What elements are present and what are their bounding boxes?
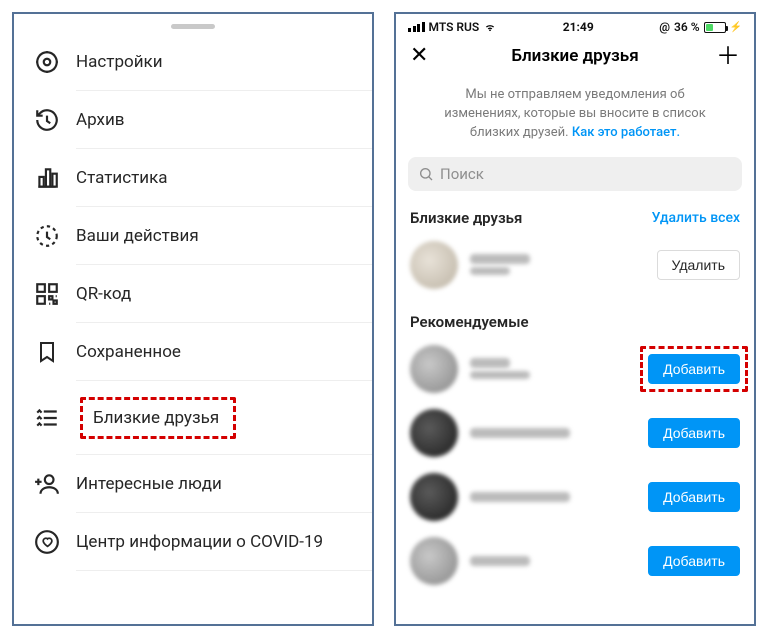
recommended-row: Добавить xyxy=(396,337,754,401)
avatar[interactable] xyxy=(410,409,458,457)
carrier-label: MTS RUS xyxy=(429,20,480,34)
search-icon xyxy=(418,166,434,182)
menu-item-qr[interactable]: QR-код xyxy=(14,265,372,323)
menu-item-saved[interactable]: Сохраненное xyxy=(14,323,372,381)
close-friends-icon xyxy=(32,403,62,433)
menu-item-insights[interactable]: Статистика xyxy=(14,149,372,207)
status-time: 21:49 xyxy=(563,20,594,34)
avatar[interactable] xyxy=(410,241,458,289)
add-button[interactable]: Добавить xyxy=(648,354,740,384)
how-it-works-link[interactable]: Как это работает. xyxy=(572,125,680,140)
menu-item-settings[interactable]: Настройки xyxy=(14,33,372,91)
menu-label: Ваши действия xyxy=(76,226,354,246)
add-button[interactable]: Добавить xyxy=(648,482,740,512)
add-button[interactable]: ＋ xyxy=(714,44,740,68)
activity-indicator-icon: @ xyxy=(659,20,670,34)
battery-percent: 36 % xyxy=(674,20,700,34)
search-placeholder: Поиск xyxy=(440,165,484,183)
menu-label: QR-код xyxy=(76,284,354,304)
remove-button[interactable]: Удалить xyxy=(657,250,740,280)
avatar[interactable] xyxy=(410,537,458,585)
drag-handle[interactable] xyxy=(171,24,215,29)
friend-row: Удалить xyxy=(396,233,754,297)
menu-label: Настройки xyxy=(76,52,354,72)
wifi-icon xyxy=(483,22,497,33)
menu-item-close-friends[interactable]: Близкие друзья xyxy=(14,381,372,455)
history-icon xyxy=(32,105,62,135)
screen-header: ✕ Близкие друзья ＋ xyxy=(396,36,754,74)
menu-label: Близкие друзья xyxy=(93,408,219,428)
recommended-row: Добавить xyxy=(396,465,754,529)
info-text: Мы не отправляем уведомления об изменени… xyxy=(396,74,754,153)
recommended-name xyxy=(470,428,648,438)
add-button[interactable]: Добавить xyxy=(648,418,740,448)
bookmark-icon xyxy=(32,337,62,367)
menu-label: Центр информации о COVID-19 xyxy=(76,532,354,552)
search-input[interactable]: Поиск xyxy=(408,157,742,191)
menu-item-archive[interactable]: Архив xyxy=(14,91,372,149)
plus-icon: ＋ xyxy=(716,42,740,70)
close-button[interactable]: ✕ xyxy=(410,45,436,67)
close-icon: ✕ xyxy=(410,43,428,68)
signal-icon xyxy=(408,22,425,32)
avatar[interactable] xyxy=(410,473,458,521)
add-button[interactable]: Добавить xyxy=(648,546,740,576)
menu-label: Сохраненное xyxy=(76,342,354,362)
recommended-header: Рекомендуемые xyxy=(396,297,754,337)
recommended-row: Добавить xyxy=(396,401,754,465)
menu-label: Архив xyxy=(76,110,354,130)
recommended-name xyxy=(470,358,648,379)
menu-item-covid[interactable]: Центр информации о COVID-19 xyxy=(14,513,372,571)
close-friends-screen: MTS RUS 21:49 @ 36 % ⚡ ✕ Близкие друзья … xyxy=(394,12,756,626)
discover-people-icon xyxy=(32,469,62,499)
gear-icon xyxy=(32,47,62,77)
status-bar: MTS RUS 21:49 @ 36 % ⚡ xyxy=(396,14,754,36)
qr-icon xyxy=(32,279,62,309)
settings-sheet: Настройки Архив Статистика Ваши действия… xyxy=(12,12,374,626)
clear-all-link[interactable]: Удалить всех xyxy=(652,210,740,226)
menu-item-activity[interactable]: Ваши действия xyxy=(14,207,372,265)
charging-icon: ⚡ xyxy=(730,22,742,33)
recommended-name xyxy=(470,556,648,566)
info-heart-icon xyxy=(32,527,62,557)
menu-label: Интересные люди xyxy=(76,474,354,494)
menu-item-discover[interactable]: Интересные люди xyxy=(14,455,372,513)
header-title: Близкие друзья xyxy=(436,46,714,66)
friends-section-header: Близкие друзья Удалить всех xyxy=(396,195,754,233)
battery-icon xyxy=(704,22,726,33)
recommended-row: Добавить xyxy=(396,529,754,593)
menu-label: Статистика xyxy=(76,168,354,188)
friend-name xyxy=(470,254,657,275)
activity-icon xyxy=(32,221,62,251)
recommended-name xyxy=(470,492,648,502)
avatar[interactable] xyxy=(410,345,458,393)
bar-chart-icon xyxy=(32,163,62,193)
